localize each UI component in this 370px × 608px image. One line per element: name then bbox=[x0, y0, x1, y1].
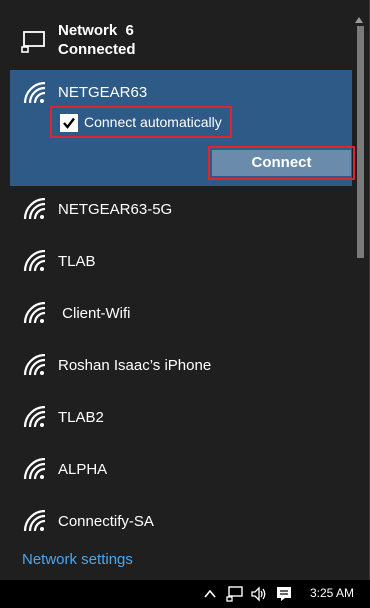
network-item[interactable]: ALPHA bbox=[10, 446, 352, 498]
network-ssid: TLAB bbox=[58, 253, 96, 270]
connect-button[interactable]: Connect bbox=[212, 150, 351, 176]
taskbar: 3:25 AM bbox=[0, 580, 370, 607]
scroll-up-icon[interactable] bbox=[354, 12, 364, 23]
connected-network-name: Network 6 bbox=[58, 22, 134, 39]
wifi-signal-icon bbox=[22, 249, 48, 272]
network-ssid: ALPHA bbox=[58, 461, 108, 478]
wifi-signal-icon bbox=[22, 301, 48, 324]
action-center-icon[interactable] bbox=[275, 585, 293, 603]
connect-automatically-option[interactable]: Connect automatically bbox=[50, 106, 232, 138]
connect-automatically-checkbox[interactable] bbox=[60, 114, 78, 132]
scrollbar-thumb[interactable] bbox=[357, 26, 364, 258]
wifi-signal-icon bbox=[22, 405, 48, 428]
network-item-selected[interactable]: NETGEAR63 Connect automatically Connect bbox=[10, 70, 355, 186]
wifi-signal-icon bbox=[22, 457, 48, 480]
wifi-signal-icon bbox=[22, 353, 48, 376]
network-ssid: Connectify-SA bbox=[58, 513, 154, 530]
connect-button-highlight: Connect bbox=[208, 146, 355, 180]
network-item[interactable]: Connectify-SA bbox=[10, 498, 352, 550]
network-flyout: Network 6 Connected NETGEAR63 Connect au… bbox=[0, 0, 370, 580]
network-item[interactable]: NETGEAR63-5G bbox=[10, 186, 352, 238]
connection-status: Connected bbox=[58, 41, 136, 58]
chevron-up-icon[interactable] bbox=[203, 585, 217, 603]
network-ssid: TLAB2 bbox=[58, 409, 104, 426]
network-ssid: Client-Wifi bbox=[58, 305, 131, 322]
wifi-signal-icon bbox=[22, 197, 48, 220]
network-ssid: NETGEAR63-5G bbox=[58, 201, 173, 218]
network-icon[interactable] bbox=[226, 585, 244, 603]
network-item[interactable]: Roshan Isaac’s iPhone bbox=[10, 342, 352, 394]
wifi-signal-icon bbox=[22, 81, 48, 104]
ethernet-icon bbox=[21, 30, 47, 54]
network-settings-link[interactable]: Network settings bbox=[22, 551, 133, 569]
network-ssid: Roshan Isaac’s iPhone bbox=[58, 357, 212, 374]
network-item[interactable]: Client-Wifi bbox=[10, 290, 352, 342]
volume-icon[interactable] bbox=[250, 585, 268, 603]
taskbar-clock[interactable]: 3:25 AM bbox=[310, 586, 354, 600]
connect-automatically-label: Connect automatically bbox=[84, 114, 222, 130]
wifi-signal-icon bbox=[22, 509, 48, 532]
network-item[interactable]: TLAB2 bbox=[10, 394, 352, 446]
connected-network-header[interactable]: Network 6 Connected bbox=[10, 10, 352, 70]
network-ssid: NETGEAR63 bbox=[58, 84, 148, 101]
network-item[interactable]: TLAB bbox=[10, 238, 352, 290]
